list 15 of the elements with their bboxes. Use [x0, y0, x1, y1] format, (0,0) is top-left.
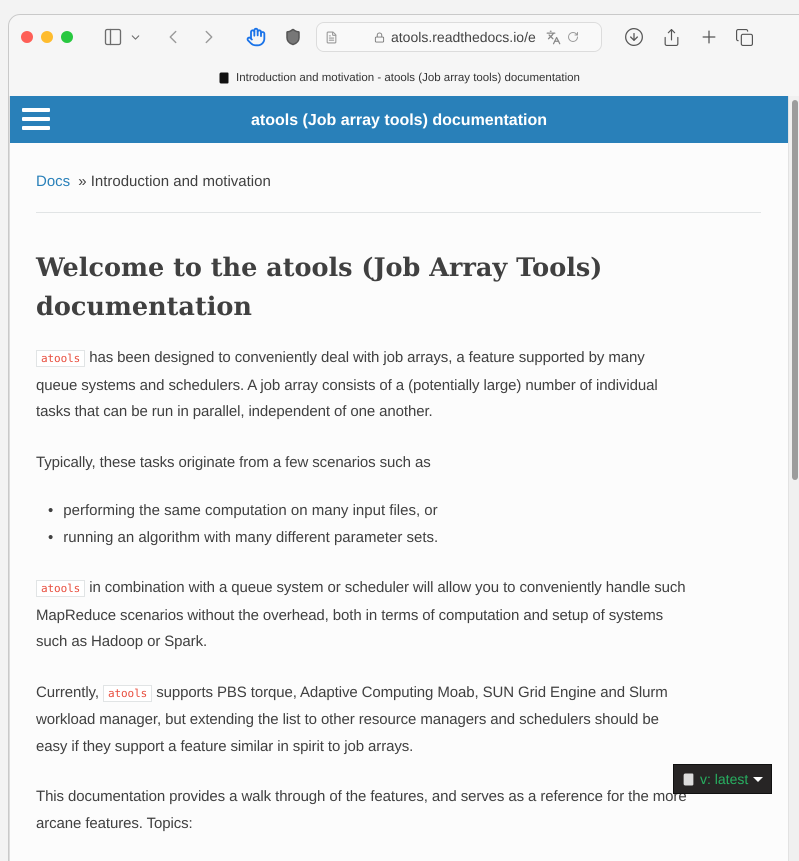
list-item: performing the same computation on many input files, or — [63, 501, 438, 521]
tab-title[interactable]: Introduction and motivation - atools (Job array tools) documentation — [236, 72, 580, 84]
site-title[interactable]: atools (Job array tools) documentation — [250, 112, 548, 130]
paragraph: Currently, atools supports PBS torque, Adaptive Computing Moab, SUN Grid Engine and Slurm workload manager, but extending the list to other resource managers and schedulers should be easy if they support a feature similar in spirit to job arrays. — [36, 682, 669, 756]
page-heading: Welcome to the atools (Job Array Tools) documentation — [36, 252, 604, 324]
version-badge[interactable]: v: latest — [673, 764, 772, 794]
paragraph: atools in combination with a queue system or scheduler will allow you to conveniently handle such MapReduce scenarios without the overhead, both in terms of computation and setup of systems such as Hadoop or Spark. — [36, 578, 687, 652]
breadcrumb-current: » Introduction and motivation — [78, 173, 271, 190]
list-item: running an algorithm with many different parameter sets. — [63, 528, 438, 548]
address-bar[interactable]: atools.readthedocs.io/e — [316, 22, 602, 52]
bullet: • — [48, 528, 54, 548]
paragraph: atools has been designed to conveniently deal with job arrays, a feature supported by many queue systems and schedulers. A job array consists of a (potentially large) number of individual tasks that can be run in parallel, independent of one another. — [36, 348, 659, 422]
bullet: • — [48, 501, 54, 521]
breadcrumb-link[interactable]: Docs — [36, 173, 70, 190]
paragraph: Typically, these tasks originate from a few scenarios such as — [36, 452, 432, 472]
